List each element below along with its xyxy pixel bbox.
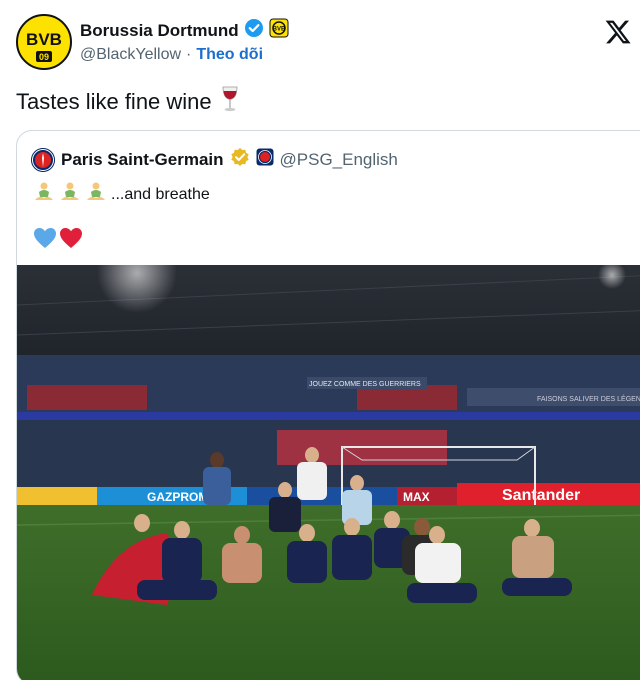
handle-row: @BlackYellow · Theo dõi [80, 46, 263, 64]
red-heart-icon [59, 227, 83, 254]
team-photo[interactable]: FAISONS SALIVER DES LÉGENDES JOUEZ COMME… [17, 265, 640, 680]
tweet-header: BVB 09 Borussia Dortmund BVB @BlackYello… [16, 12, 632, 72]
santander-text: Santander [502, 487, 580, 504]
affiliate-badge-icon: BVB [269, 18, 289, 43]
champions-league-ribbon [17, 412, 640, 420]
gold-verified-badge-icon [230, 147, 250, 172]
tweet-text: Tastes like fine wine [16, 86, 240, 118]
author-handle[interactable]: @BlackYellow [80, 46, 181, 64]
dot-separator: · [186, 46, 192, 63]
max-text: MAX [403, 490, 430, 504]
x-logo-icon[interactable] [604, 18, 632, 46]
svg-text:BVB: BVB [272, 27, 285, 33]
author-name[interactable]: Borussia Dortmund [80, 21, 239, 41]
person-in-lotus-position-icon [33, 181, 55, 208]
verified-badge-icon [244, 18, 264, 43]
quoted-text-line2 [33, 227, 83, 254]
quoted-author-handle[interactable]: @PSG_English [280, 150, 398, 170]
blue-heart-icon [33, 227, 57, 254]
tweet-body: Tastes like fine wine [16, 89, 212, 114]
follow-button[interactable]: Theo dõi [196, 46, 263, 64]
person-in-lotus-position-icon [59, 181, 81, 208]
upper-text: FAISONS SALIVER DES LÉGENDES [537, 394, 640, 403]
quoted-tweet[interactable]: Paris Saint-Germain @PSG_English ...and … [16, 130, 640, 680]
stand-text: JOUEZ COMME DES GUERRIERS [309, 381, 421, 388]
psg-avatar[interactable] [31, 147, 55, 172]
bvb-logo-text: BVB [26, 30, 62, 49]
psg-affiliate-badge-icon [256, 148, 274, 171]
wine-glass-icon [220, 86, 240, 118]
bvb-logo-sub: 09 [39, 52, 49, 62]
gazprom-text: GAZPROM [147, 490, 208, 504]
author-name-row: Borussia Dortmund BVB [80, 18, 289, 43]
person-in-lotus-position-icon [85, 181, 107, 208]
quoted-text-line1: ...and breathe [33, 181, 210, 208]
quoted-text: ...and breathe [111, 185, 210, 203]
quoted-author-name[interactable]: Paris Saint-Germain [61, 150, 224, 170]
bvb-avatar[interactable]: BVB 09 [16, 14, 72, 70]
quoted-header: Paris Saint-Germain @PSG_English [31, 147, 398, 172]
